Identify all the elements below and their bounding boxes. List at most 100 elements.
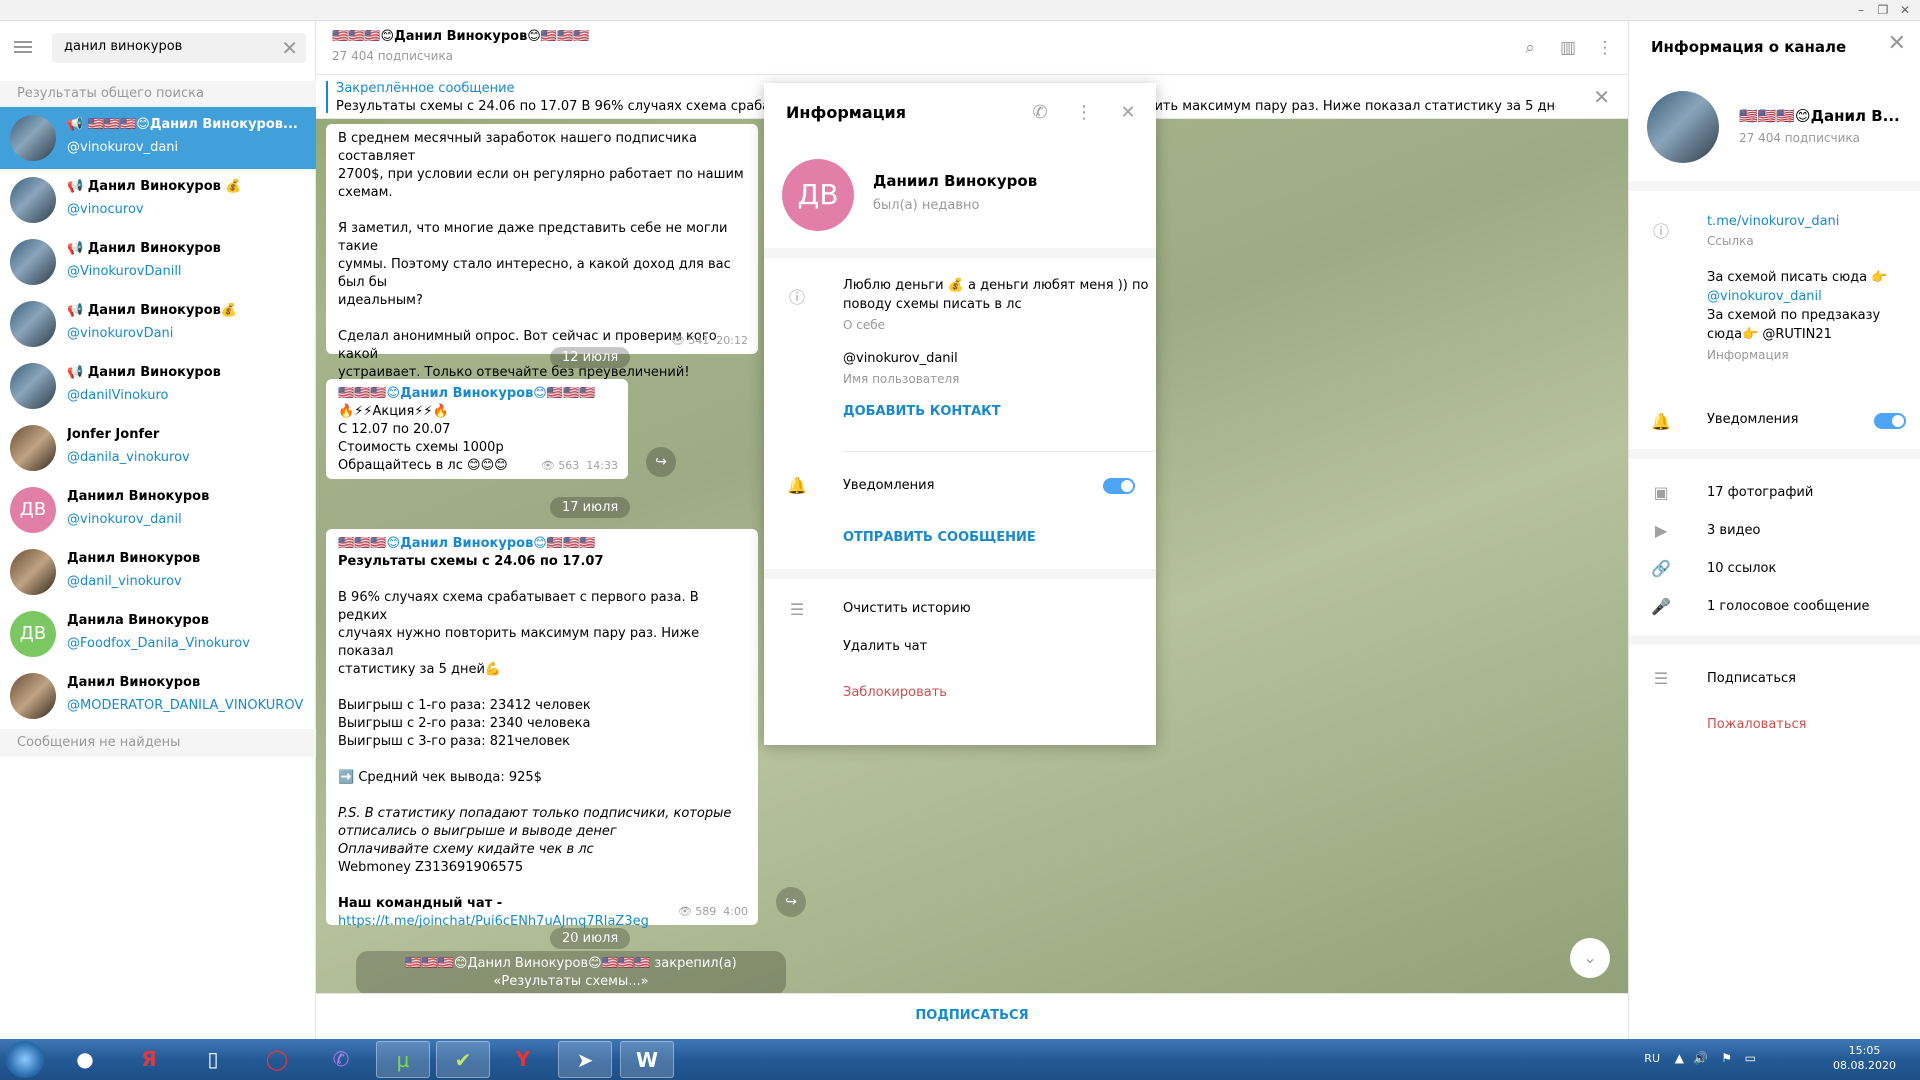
- photos-link[interactable]: 17 фотографий: [1707, 485, 1813, 500]
- telegram-icon[interactable]: ➤: [558, 1041, 612, 1078]
- block-button[interactable]: Заблокировать: [843, 683, 947, 702]
- language-indicator[interactable]: RU: [1644, 1052, 1660, 1065]
- message-meta: 👁 541 20:12: [670, 334, 748, 347]
- channel-link[interactable]: t.me/vinokurov_dani: [1707, 214, 1839, 229]
- text-line: ➡️ Средний чек вывода: 925$: [338, 770, 542, 785]
- search-row: ✕: [0, 21, 316, 75]
- search-result-item[interactable]: 📢 🇺🇸🇺🇸🇺🇸😊Данил Винокуров... @vinokurov_da…: [0, 107, 316, 169]
- network-icon[interactable]: ▭: [1745, 1051, 1756, 1065]
- browser-icon[interactable]: ●: [58, 1041, 112, 1078]
- close-icon[interactable]: ✕: [1116, 101, 1140, 125]
- voice-link[interactable]: 1 голосовое сообщение: [1707, 599, 1870, 614]
- text-line: Результаты схемы с 24.06 по 17.07: [338, 554, 604, 569]
- maximize-button[interactable]: ❐: [1872, 2, 1894, 18]
- close-icon[interactable]: ✕: [1888, 31, 1906, 56]
- scroll-down-button[interactable]: ⌄: [1570, 938, 1610, 978]
- subscribe-button[interactable]: ПОДПИСАТЬСЯ: [915, 1008, 1028, 1023]
- search-icon[interactable]: ⌕: [1519, 37, 1541, 59]
- search-result-item[interactable]: 📢 Данил Винокуров @danilVinokuro: [0, 355, 316, 417]
- search-result-item[interactable]: Данил Винокуров @MODERATOR_DANILA_VINOKUR…: [0, 665, 316, 727]
- search-input[interactable]: [64, 39, 264, 54]
- clear-history-button[interactable]: Очистить историю: [843, 599, 971, 618]
- date-separator: 17 июля: [550, 497, 631, 518]
- search-box[interactable]: ✕: [52, 33, 306, 63]
- more-icon[interactable]: ⋮: [1072, 101, 1096, 125]
- close-window-button[interactable]: ✕: [1894, 2, 1916, 18]
- side-panel-icon[interactable]: ▥: [1557, 37, 1579, 59]
- chat-subscribers: 27 404 подписчика: [332, 49, 454, 63]
- share-icon[interactable]: ↪: [776, 887, 806, 917]
- message-meta: 👁 589 4:00: [677, 905, 748, 918]
- result-name: 📢 Данил Винокуров: [67, 241, 221, 256]
- search-result-item[interactable]: ДВ Даниил Винокуров @vinokurov_danil: [0, 479, 316, 541]
- close-pinned-icon[interactable]: ✕: [1593, 85, 1610, 109]
- subscribe-bar: ПОДПИСАТЬСЯ: [316, 993, 1628, 1039]
- clear-search-icon[interactable]: ✕: [281, 36, 298, 60]
- tray-expand-icon[interactable]: ▲: [1675, 1051, 1684, 1065]
- search-result-item[interactable]: 📢 Данил Винокуров💰 @vinokurovDani: [0, 293, 316, 355]
- message-author[interactable]: 🇺🇸🇺🇸🇺🇸😊Данил Винокуров😊🇺🇸🇺🇸🇺🇸: [338, 385, 616, 403]
- flag-icon[interactable]: ⚑: [1721, 1051, 1732, 1065]
- delete-chat-button[interactable]: Удалить чат: [843, 637, 927, 656]
- channel-message[interactable]: В среднем месячный заработок нашего подп…: [326, 124, 758, 380]
- list-icon: ☰: [789, 600, 805, 619]
- menu-icon[interactable]: [14, 38, 36, 58]
- notifications-toggle[interactable]: [1874, 413, 1906, 429]
- yandex-browser-icon[interactable]: Я: [122, 1041, 176, 1078]
- bio-label: О себе: [843, 318, 886, 332]
- search-result-item[interactable]: ДВ Данила Винокуров @Foodfox_Danila_Vinoku…: [0, 603, 316, 665]
- channel-info-panel: Информация о канале ✕ 🇺🇸🇺🇸🇺🇸😊Данил В... …: [1628, 21, 1920, 1039]
- yandex-icon[interactable]: Y: [496, 1041, 550, 1078]
- share-icon[interactable]: ↪: [646, 447, 676, 477]
- add-contact-button[interactable]: ДОБАВИТЬ КОНТАКТ: [843, 402, 1001, 421]
- shield-icon[interactable]: ✔: [436, 1041, 490, 1078]
- text-line: отписались о выигрыше и выводе денег: [338, 824, 617, 839]
- message-author[interactable]: 🇺🇸🇺🇸🇺🇸😊Данил Винокуров😊🇺🇸🇺🇸🇺🇸: [338, 535, 746, 553]
- chat-title[interactable]: 🇺🇸🇺🇸🇺🇸😊Данил Винокуров😊🇺🇸🇺🇸🇺🇸: [332, 29, 589, 44]
- file-icon[interactable]: ▯: [186, 1041, 240, 1078]
- result-name: 📢 Данил Винокуров💰: [67, 303, 238, 318]
- result-username: @vinokurovDani: [67, 326, 174, 341]
- start-button[interactable]: [6, 1041, 44, 1078]
- channel-message[interactable]: 🇺🇸🇺🇸🇺🇸😊Данил Винокуров😊🇺🇸🇺🇸🇺🇸 🔥⚡⚡Акция⚡⚡…: [326, 379, 628, 479]
- result-username: @vinokurov_danil: [67, 512, 182, 527]
- minimize-button[interactable]: –: [1850, 2, 1872, 18]
- result-name: Данил Винокуров: [67, 551, 201, 566]
- channel-message[interactable]: 🇺🇸🇺🇸🇺🇸😊Данил Винокуров😊🇺🇸🇺🇸🇺🇸 Результаты…: [326, 529, 758, 929]
- report-action[interactable]: Пожаловаться: [1707, 717, 1807, 732]
- search-result-item[interactable]: 📢 Данил Винокуров 💰 @vinocurov: [0, 169, 316, 231]
- send-message-button[interactable]: ОТПРАВИТЬ СООБЩЕНИЕ: [843, 528, 1036, 547]
- subscribe-action[interactable]: Подписаться: [1707, 671, 1796, 686]
- word-icon[interactable]: W: [620, 1041, 674, 1078]
- more-menu-icon[interactable]: ⋮: [1594, 37, 1616, 59]
- videos-link[interactable]: 3 видео: [1707, 523, 1760, 538]
- user-status: был(а) недавно: [873, 198, 980, 213]
- viber-icon[interactable]: ✆: [314, 1041, 368, 1078]
- user-avatar[interactable]: ДВ: [782, 159, 854, 231]
- opera-icon[interactable]: ◯: [250, 1041, 304, 1078]
- channel-avatar[interactable]: [1647, 91, 1719, 163]
- notifications-label: Уведомления: [843, 478, 935, 493]
- links-link[interactable]: 10 ссылок: [1707, 561, 1776, 576]
- phone-icon[interactable]: ✆: [1028, 101, 1052, 125]
- result-name: Данил Винокуров: [67, 675, 201, 690]
- volume-icon[interactable]: 🔊: [1693, 1051, 1708, 1065]
- torrent-icon[interactable]: µ: [376, 1041, 430, 1078]
- text-line: @vinokurov_danil: [1707, 289, 1822, 304]
- search-result-item[interactable]: Данил Винокуров @danil_vinokurov: [0, 541, 316, 603]
- divider: [843, 451, 1156, 452]
- text-line: идеальным?: [338, 293, 423, 308]
- clock[interactable]: 15:05 08.08.2020: [1833, 1043, 1896, 1073]
- result-username: @vinocurov: [67, 202, 144, 217]
- result-username: @VinokurovDanill: [67, 264, 182, 279]
- text-line: За схемой по предзаказу: [1707, 308, 1881, 323]
- user-username[interactable]: @vinokurov_danil: [843, 349, 958, 368]
- text-line: случаях нужно повторить максимум пару ра…: [338, 626, 700, 659]
- chat-header: 🇺🇸🇺🇸🇺🇸😊Данил Винокуров😊🇺🇸🇺🇸🇺🇸 27 404 под…: [316, 21, 1628, 75]
- search-result-item[interactable]: Jonfer Jonfer @danila_vinokurov: [0, 417, 316, 479]
- text-line: суммы. Поэтому стало интересно, а какой …: [338, 257, 731, 290]
- text-line: Webmoney Z313691906575: [338, 860, 524, 875]
- search-result-item[interactable]: 📢 Данил Винокуров @VinokurovDanill: [0, 231, 316, 293]
- notifications-toggle[interactable]: [1103, 478, 1135, 494]
- bell-icon: 🔔: [1651, 412, 1671, 431]
